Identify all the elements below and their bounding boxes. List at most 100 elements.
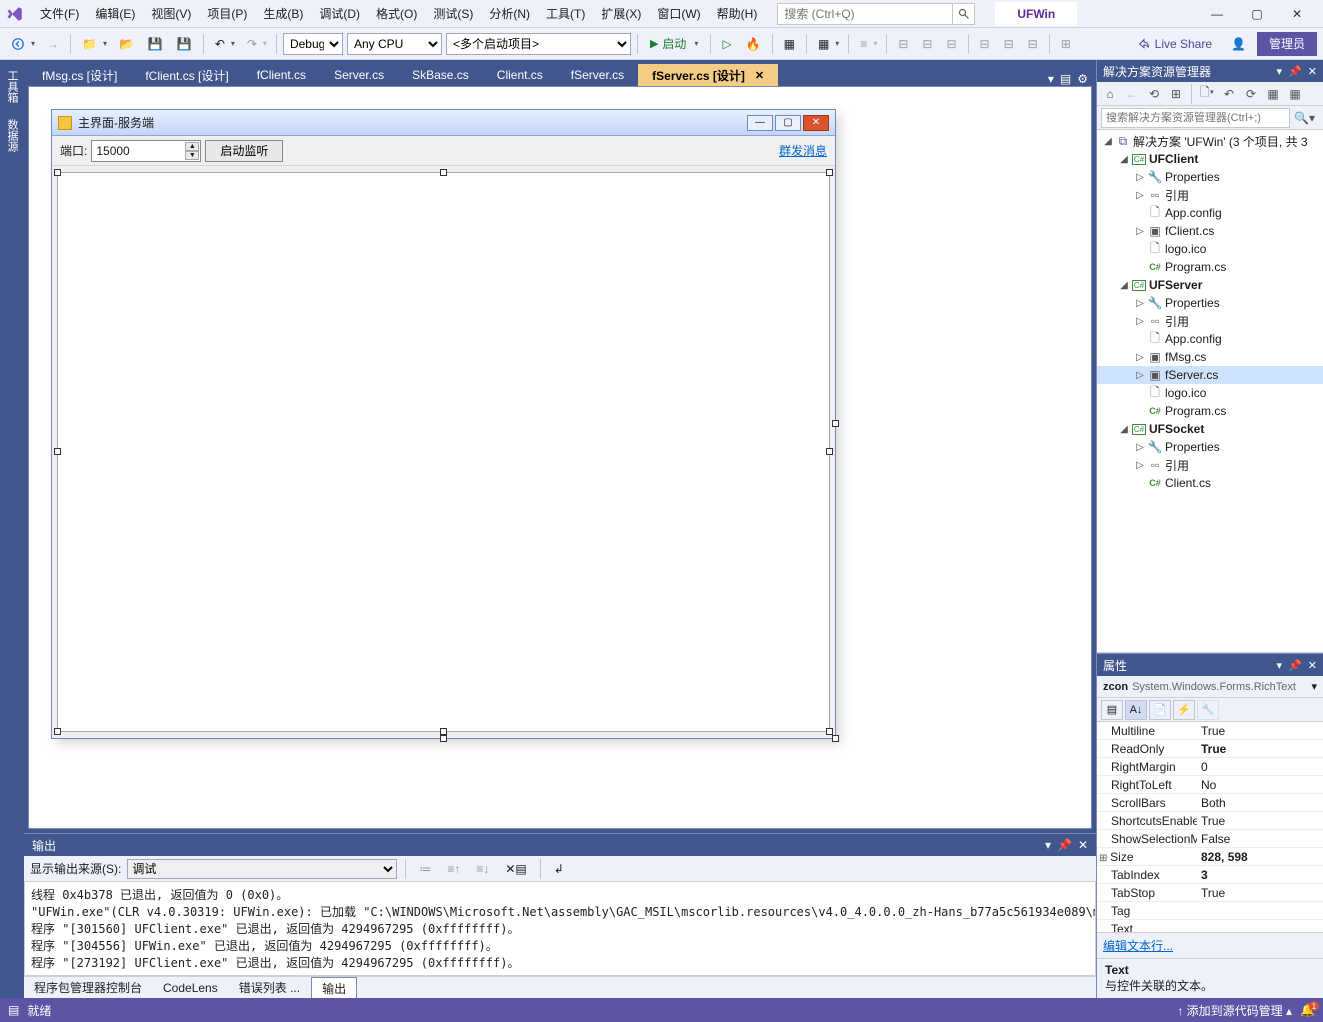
form-close-icon[interactable]: ✕ (803, 115, 829, 131)
property-row[interactable]: TabStopTrue (1097, 884, 1323, 902)
tree-node[interactable]: 🗋logo.ico (1097, 240, 1323, 258)
output-clear-icon[interactable]: ✕▤ (500, 858, 531, 880)
menu-item[interactable]: 项目(P) (199, 1, 255, 26)
status-output-icon[interactable]: ▤ (8, 1003, 19, 1017)
refresh-icon[interactable]: ⟳ (1242, 85, 1260, 103)
menu-item[interactable]: 测试(S) (425, 1, 481, 26)
tree-node[interactable]: C#Program.cs (1097, 258, 1323, 276)
tree-node[interactable]: ◢C#UFClient (1097, 150, 1323, 168)
panel-dropdown-icon[interactable]: ▾ (1045, 838, 1051, 852)
undo-button[interactable]: ↶ (210, 33, 238, 55)
property-row[interactable]: RightToLeftNo (1097, 776, 1323, 794)
menu-item[interactable]: 扩展(X) (593, 1, 649, 26)
layout-button-2[interactable]: ▦ (813, 33, 842, 55)
spacing-v-button-2[interactable]: ⊟ (999, 33, 1019, 55)
spin-down-icon[interactable]: ▼ (185, 151, 199, 160)
panel-close-icon[interactable]: ✕ (1078, 838, 1088, 852)
document-tab[interactable]: Server.cs (320, 64, 398, 86)
property-row[interactable]: Size828, 598 (1097, 848, 1323, 866)
tree-node[interactable]: ▷🔧Properties (1097, 438, 1323, 456)
resize-handle[interactable] (440, 169, 447, 176)
tree-node[interactable]: 🗋App.config (1097, 330, 1323, 348)
tree-node[interactable]: ▷▫▫引用 (1097, 312, 1323, 330)
property-row[interactable]: ShortcutsEnableTrue (1097, 812, 1323, 830)
output-wrap-icon[interactable]: ↲ (549, 858, 569, 880)
tree-node[interactable]: ▷▫▫引用 (1097, 186, 1323, 204)
tree-node[interactable]: ▷🔧Properties (1097, 168, 1323, 186)
output-source-select[interactable]: 调试 (127, 859, 397, 879)
form-window[interactable]: 主界面-服务端 — ▢ ✕ 端口: 15000 ▲▼ 启动监听 (51, 109, 836, 739)
solution-search[interactable]: 🔍▾ (1097, 106, 1323, 130)
tree-node[interactable]: ▷🔧Properties (1097, 294, 1323, 312)
menu-item[interactable]: 文件(F) (32, 1, 87, 26)
search-icon[interactable]: 🔍▾ (1290, 111, 1319, 125)
categorized-icon[interactable]: ▤ (1101, 700, 1123, 720)
tab-pin-icon[interactable]: ▤ (1060, 72, 1071, 86)
config-select[interactable]: Debug (283, 33, 343, 55)
resize-handle[interactable] (826, 728, 833, 735)
nav-forward-button[interactable]: → (42, 33, 64, 55)
property-row[interactable]: TabIndex3 (1097, 866, 1323, 884)
output-prev-icon[interactable]: ≡↑ (442, 858, 465, 880)
tool-strip-item[interactable]: 工具箱 (2, 62, 22, 111)
console-richtext[interactable] (57, 172, 830, 732)
minimize-button[interactable]: — (1197, 1, 1237, 27)
tab-more-icon[interactable]: ⚙ (1077, 72, 1088, 86)
document-tab[interactable]: fMsg.cs [设计] (28, 64, 131, 86)
resize-handle[interactable] (54, 728, 61, 735)
tree-node[interactable]: ◢⧉解决方案 'UFWin' (3 个项目, 共 3 (1097, 132, 1323, 150)
notifications-icon[interactable]: 🔔1 (1300, 1003, 1315, 1017)
property-row[interactable]: Tag (1097, 902, 1323, 920)
edit-text-lines-link[interactable]: 编辑文本行... (1103, 939, 1173, 953)
spacing-button-1[interactable]: ⊟ (893, 33, 913, 55)
tab-dropdown-icon[interactable]: ▾ (1048, 72, 1054, 86)
start-debug-button[interactable]: ▶启动 (644, 35, 705, 52)
property-row[interactable]: ShowSelectionMFalse (1097, 830, 1323, 848)
start-without-debug-button[interactable]: ▷ (717, 33, 736, 55)
document-tab[interactable]: fServer.cs (557, 64, 638, 86)
alphabetical-icon[interactable]: A↓ (1125, 700, 1147, 720)
document-tab[interactable]: SkBase.cs (398, 64, 483, 86)
home-icon[interactable]: ⌂ (1101, 85, 1119, 103)
tree-node[interactable]: 🗋logo.ico (1097, 384, 1323, 402)
source-control-button[interactable]: ↑ 添加到源代码管理 ▴ (1177, 1002, 1292, 1019)
panel-dropdown-icon[interactable]: ▾ (1277, 65, 1283, 78)
panel-dropdown-icon[interactable]: ▾ (1277, 659, 1283, 672)
back-icon[interactable]: ← (1123, 85, 1141, 103)
output-goto-icon[interactable]: ≔ (414, 858, 436, 880)
resize-handle[interactable] (54, 169, 61, 176)
spacing-button-2[interactable]: ⊟ (917, 33, 937, 55)
document-tab[interactable]: fClient.cs [设计] (131, 64, 242, 86)
bottom-tab[interactable]: CodeLens (153, 979, 229, 997)
menu-item[interactable]: 窗口(W) (649, 1, 708, 26)
solution-search-input[interactable] (1101, 108, 1290, 128)
listen-button[interactable]: 启动监听 (205, 140, 283, 162)
properties-icon[interactable]: ▦ (1264, 85, 1282, 103)
save-button[interactable]: 💾 (143, 33, 168, 55)
tree-node[interactable]: C#Program.cs (1097, 402, 1323, 420)
bottom-tab[interactable]: 程序包管理器控制台 (24, 977, 153, 998)
panel-close-icon[interactable]: ✕ (1308, 65, 1317, 78)
props-icon[interactable]: 📄 (1149, 700, 1171, 720)
solution-tree[interactable]: ◢⧉解决方案 'UFWin' (3 个项目, 共 3◢C#UFClient▷🔧P… (1097, 130, 1323, 653)
open-file-button[interactable]: 📂 (114, 33, 139, 55)
redo-button[interactable]: ↷ (242, 33, 270, 55)
resize-handle[interactable] (826, 448, 833, 455)
new-project-button[interactable]: 📁 (77, 33, 110, 55)
form-maximize-icon[interactable]: ▢ (775, 115, 801, 131)
close-button[interactable]: ✕ (1277, 1, 1317, 27)
menu-item[interactable]: 分析(N) (481, 1, 538, 26)
save-all-button[interactable]: 💾 (172, 33, 197, 55)
quick-search[interactable] (777, 3, 975, 25)
preview-icon[interactable]: ▦ (1286, 85, 1304, 103)
properties-object-selector[interactable]: zcon System.Windows.Forms.RichText ▾ (1097, 676, 1323, 698)
output-next-icon[interactable]: ≡↓ (471, 858, 494, 880)
hot-reload-button[interactable]: 🔥 (741, 33, 766, 55)
tree-node[interactable]: C#Client.cs (1097, 474, 1323, 492)
menu-item[interactable]: 工具(T) (538, 1, 593, 26)
tree-node[interactable]: ◢C#UFServer (1097, 276, 1323, 294)
menu-item[interactable]: 帮助(H) (709, 1, 766, 26)
spin-up-icon[interactable]: ▲ (185, 142, 199, 151)
resize-handle[interactable] (832, 735, 839, 742)
maximize-button[interactable]: ▢ (1237, 1, 1277, 27)
